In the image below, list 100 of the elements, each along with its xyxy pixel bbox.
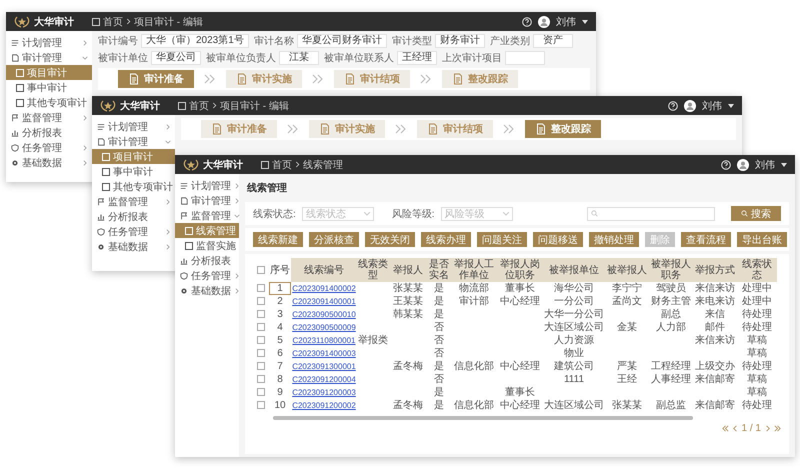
nav-item[interactable]: 基础数据 [175,283,239,298]
clue-link[interactable]: C2023091200002 [292,400,356,410]
nav-item[interactable]: 审计管理 [6,50,92,65]
action-button[interactable]: 线索新建 [253,232,303,247]
breadcrumb-item[interactable]: 项目审计 - 编辑 [134,14,203,28]
input-field[interactable]: 财务审计 [434,34,485,48]
avatar-icon[interactable] [538,16,550,28]
action-button[interactable]: 分派核查 [309,232,359,247]
step-tab[interactable]: 审计准备 [118,70,194,88]
checkbox[interactable] [257,400,265,409]
breadcrumb-item[interactable]: 首页 [189,98,209,112]
action-button[interactable]: 问题关注 [477,232,527,247]
breadcrumb-item[interactable]: 首页 [103,14,123,28]
input-field[interactable]: 华夏公司 [151,51,201,65]
breadcrumb-item[interactable]: 首页 [272,158,292,172]
action-button[interactable]: 导出台账 [737,232,787,247]
nav-item[interactable]: 监督实施 [175,238,239,253]
search-field[interactable] [587,206,715,220]
nav-item[interactable]: 分析报表 [175,253,239,268]
nav-item[interactable]: 事中审计 [6,80,92,95]
nav-item[interactable]: 基础数据 [92,239,175,254]
action-button[interactable]: 无效关闭 [365,232,415,247]
nav-item[interactable]: 监督管理 [6,110,92,125]
caret-icon [364,212,370,216]
scrollbar[interactable] [273,416,693,420]
first-page-icon[interactable] [722,425,729,432]
user-name[interactable]: 刘伟 [702,98,722,112]
checkbox[interactable] [257,266,265,274]
caret-icon[interactable] [582,20,588,24]
clue-link[interactable]: C2023091400003 [292,348,356,358]
help-icon[interactable] [668,100,678,110]
nav-item[interactable]: 基础数据 [6,155,92,170]
caret-icon[interactable] [781,162,787,166]
clue-link[interactable]: C2023090500010 [292,310,356,318]
last-page-icon[interactable] [774,425,781,432]
nav-item[interactable]: 线索管理 [175,223,239,238]
input-field[interactable] [505,51,545,65]
nav-item[interactable]: 项目审计 [6,65,92,80]
nav-item[interactable]: 任务管理 [6,140,92,155]
nav-item[interactable]: 分析报表 [92,209,175,224]
breadcrumb-item[interactable]: 项目审计 - 编辑 [220,98,289,112]
nav-item[interactable]: 任务管理 [175,268,239,283]
nav-item[interactable]: 项目审计 [92,149,175,164]
clue-link[interactable]: C2023110800001 [292,336,356,344]
checkbox[interactable] [257,388,265,396]
nav-item[interactable]: 监督管理 [92,194,175,209]
clue-link[interactable]: C2023091400001 [292,296,356,306]
caret-icon[interactable] [728,104,734,108]
table-cell-text: 是 [433,399,445,412]
nav-item[interactable]: 审计管理 [92,134,175,149]
input-field[interactable]: 大华（审）2023第1号 [141,34,249,48]
clue-link[interactable]: C2023091200004 [292,374,356,384]
nav-item[interactable]: 计划管理 [92,119,175,134]
input-field[interactable]: 资产 [532,34,573,48]
nav-item[interactable]: 监督管理 [175,208,239,223]
square-icon [92,18,100,26]
document-icon [211,123,223,135]
checkbox[interactable] [257,310,265,318]
avatar-icon[interactable] [737,158,749,170]
nav-item[interactable]: 审计管理 [175,193,239,208]
nav-item[interactable]: 分析报表 [6,125,92,140]
action-button[interactable]: 问题移送 [533,232,583,247]
column-header: 是否实名 [427,258,451,282]
search-button[interactable]: 搜索 [731,206,781,221]
input-field[interactable]: 华夏公司财务审计 [296,34,387,48]
input-field[interactable]: 江某 [279,51,319,65]
next-page-icon[interactable] [764,425,771,432]
clue-link[interactable]: C2023090500009 [292,322,356,332]
breadcrumb-item[interactable]: 线索管理 [303,158,343,172]
table-cell: 举报类 [357,334,389,347]
avatar-icon[interactable] [684,100,696,112]
help-icon[interactable] [522,16,532,26]
clue-link[interactable]: C2023091200003 [292,388,356,396]
checkbox[interactable] [257,336,265,344]
checkbox[interactable] [257,322,265,331]
checkbox[interactable] [257,284,265,292]
action-button[interactable]: 撤销处理 [589,232,639,247]
nav-item[interactable]: 计划管理 [6,35,92,50]
help-icon[interactable] [721,160,731,170]
field-label: 被审单位联系人 [324,52,394,65]
checkbox[interactable] [257,348,265,357]
field-label: 被审计单位 [98,52,148,65]
checkbox[interactable] [257,374,265,383]
previous-page-icon[interactable] [732,425,739,432]
clue-link[interactable]: C2023091300001 [292,362,356,370]
action-button[interactable]: 查看流程 [681,232,731,247]
nav-item[interactable]: 其他专项审计 [92,179,175,194]
nav-item[interactable]: 其他专项审计 [6,95,92,110]
user-name[interactable]: 刘伟 [556,14,576,28]
user-name[interactable]: 刘伟 [755,158,775,172]
input-field[interactable]: 王经理 [397,51,437,65]
nav-item[interactable]: 计划管理 [175,178,239,193]
checkbox[interactable] [257,296,265,305]
clue-link[interactable]: C2023091400002 [292,284,356,292]
checkbox[interactable] [257,362,265,370]
nav-item[interactable]: 任务管理 [92,224,175,239]
action-button[interactable]: 线索办理 [421,232,471,247]
step-tab[interactable]: 整改跟踪 [525,120,601,138]
nav-item[interactable]: 事中审计 [92,164,175,179]
table-cell-text: 处理中 [741,295,773,308]
